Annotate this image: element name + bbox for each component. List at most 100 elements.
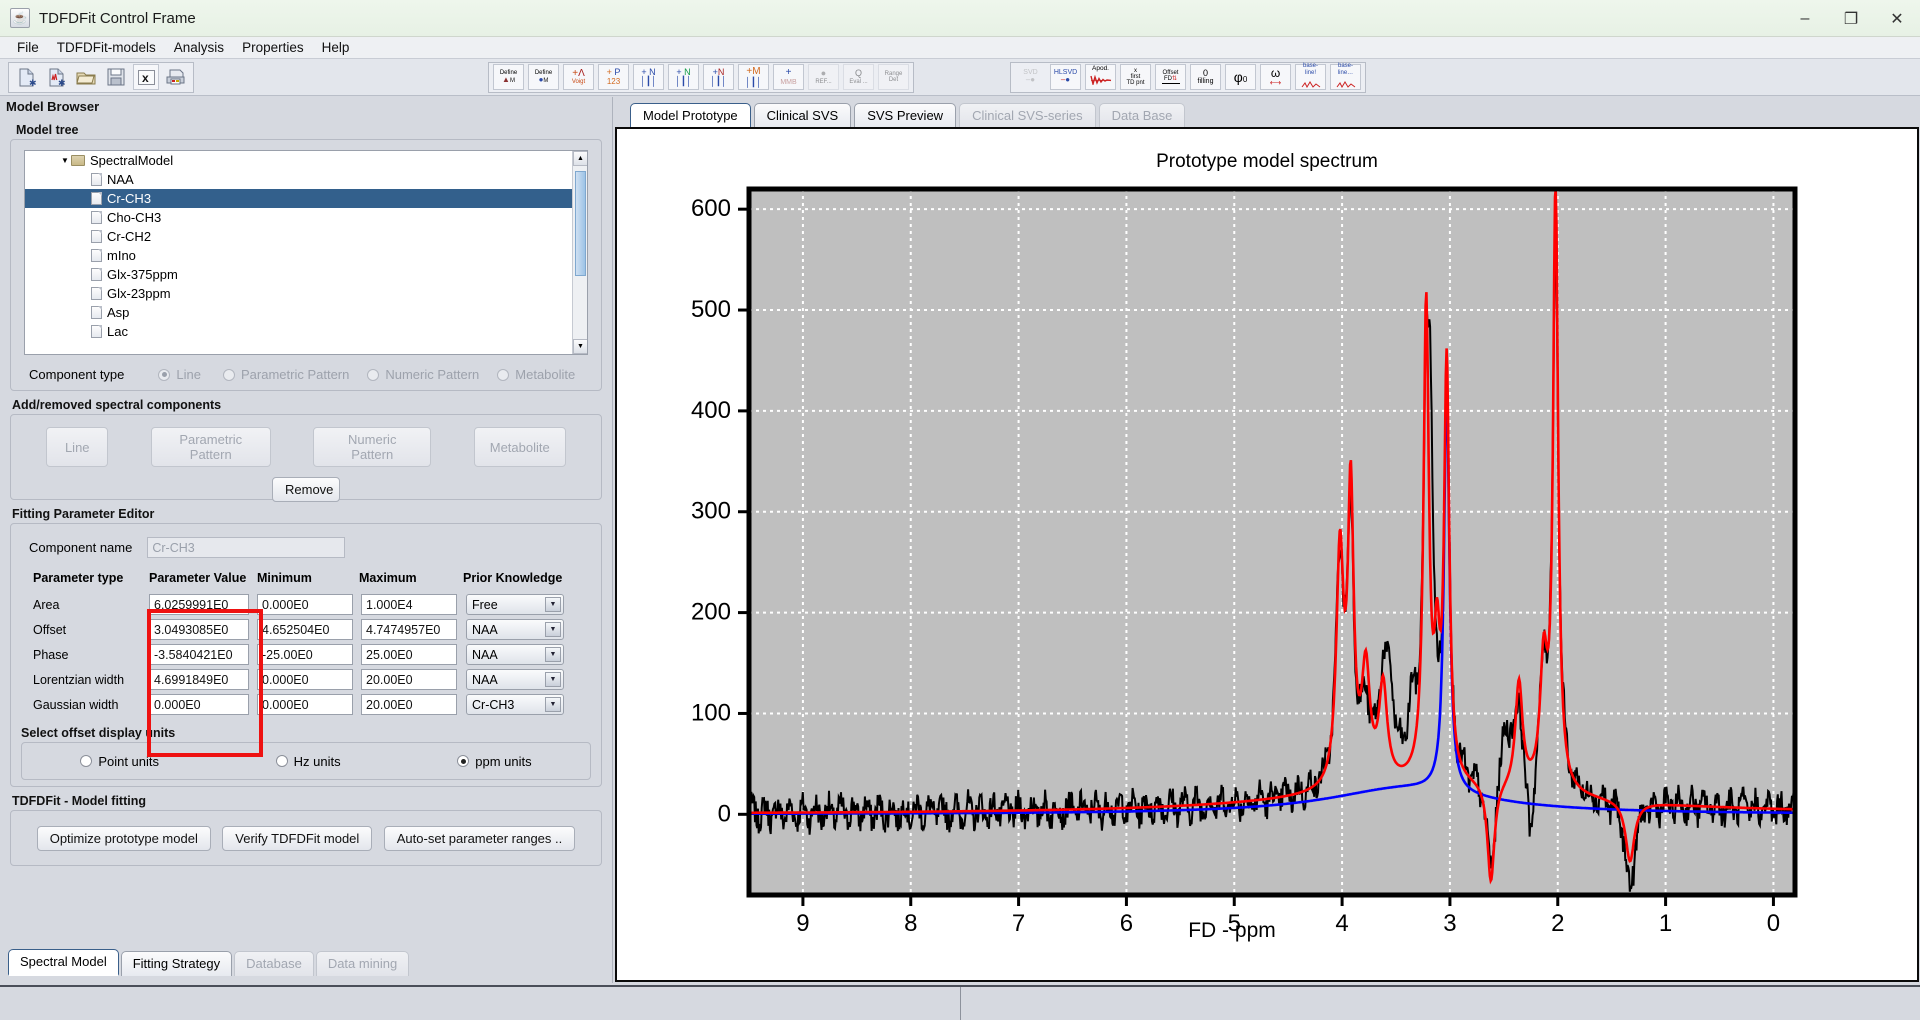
add-voigt-line-icon[interactable]: +Λ Voigt <box>563 64 594 90</box>
param-min-input[interactable] <box>257 594 353 615</box>
tab-spectral-model[interactable]: Spectral Model <box>8 949 119 976</box>
add-line-button[interactable]: Line <box>46 427 109 467</box>
tab-fitting-strategy[interactable]: Fitting Strategy <box>120 951 233 976</box>
chevron-down-icon[interactable]: ▼ <box>545 622 561 637</box>
define-metabolite-icon[interactable]: Define ▲M <box>493 64 524 90</box>
tree-expand-arrow-icon[interactable]: ▼ <box>59 156 71 165</box>
frequency-shift-icon[interactable]: ω ⟷ <box>1260 64 1291 90</box>
radio-numeric-pattern[interactable] <box>367 368 380 381</box>
add-metabolite-icon[interactable]: +M │┃│ <box>738 64 769 90</box>
param-prior-select[interactable]: NAA ▼ <box>466 644 564 665</box>
plot-pane[interactable]: Prototype model spectrum 0 100 200 300 400 50… <box>615 127 1919 982</box>
tree-item-mino[interactable]: mIno <box>25 246 587 265</box>
add-mmb-icon[interactable]: + MMB <box>773 64 804 90</box>
param-prior-select[interactable]: Cr-CH3 ▼ <box>466 694 564 715</box>
radio-hz-units[interactable] <box>275 755 288 767</box>
param-min-input[interactable] <box>257 669 353 690</box>
radio-hz-units-wrap[interactable]: Hz units <box>275 754 341 769</box>
close-button[interactable]: ✕ <box>1874 0 1920 37</box>
menu-analysis[interactable]: Analysis <box>165 38 233 57</box>
menu-file[interactable]: File <box>8 38 48 57</box>
radio-parametric-pattern[interactable] <box>222 368 235 381</box>
radio-metabolite[interactable] <box>497 368 510 381</box>
add-numeric-pattern-button[interactable]: Numeric Pattern <box>313 427 432 467</box>
tree-item-lac[interactable]: Lac <box>25 322 587 341</box>
radio-line[interactable] <box>158 368 171 381</box>
minimize-button[interactable]: – <box>1782 0 1828 37</box>
chevron-down-icon[interactable]: ▼ <box>545 597 561 612</box>
tab-data-mining[interactable]: Data mining <box>315 951 410 976</box>
new-document-icon[interactable]: ✱ <box>13 64 39 90</box>
param-min-input[interactable] <box>257 619 353 640</box>
tree-item-asp[interactable]: Asp <box>25 303 587 322</box>
param-max-input[interactable] <box>361 594 457 615</box>
evaluate-icon[interactable]: Q Eval ... <box>843 64 874 90</box>
tab-data-base[interactable]: Data Base <box>1098 103 1186 128</box>
add-parametric-pattern-button[interactable]: Parametric Pattern <box>150 427 271 467</box>
close-x-icon[interactable]: x <box>133 64 159 90</box>
add-numeric-pattern-red-icon[interactable]: +N │┃│ <box>703 64 734 90</box>
param-max-input[interactable] <box>361 694 457 715</box>
auto-set-parameter-ranges-button[interactable]: Auto-set parameter ranges .. <box>383 825 576 851</box>
param-value-input[interactable] <box>149 619 249 640</box>
svd-icon[interactable]: SVD –● <box>1015 64 1046 90</box>
tree-item-cho-ch3[interactable]: Cho-CH3 <box>25 208 587 227</box>
menu-properties[interactable]: Properties <box>233 38 313 57</box>
range-detection-icon[interactable]: Range Det <box>878 64 909 90</box>
tree-item-glx-375ppm[interactable]: Glx-375ppm <box>25 265 587 284</box>
param-prior-select[interactable]: NAA ▼ <box>466 669 564 690</box>
model-tree[interactable]: ▼ SpectralModel NAA Cr-CH3 Cho-CH3 Cr-CH… <box>24 150 588 355</box>
add-parametric-pattern-icon[interactable]: + P 123 <box>598 64 629 90</box>
reference-icon[interactable]: ● REF... <box>808 64 839 90</box>
param-max-input[interactable] <box>361 619 457 640</box>
add-numeric-pattern-green-icon[interactable]: + N │┃│ <box>668 64 699 90</box>
param-value-input[interactable] <box>149 644 249 665</box>
add-metabolite-button[interactable]: Metabolite <box>473 427 566 467</box>
radio-ppm-units-wrap[interactable]: ppm units <box>457 754 532 769</box>
scrollbar-thumb[interactable] <box>575 171 586 276</box>
radio-ppm-units[interactable] <box>457 755 470 767</box>
hlsvd-icon[interactable]: HLSVD –● <box>1050 64 1081 90</box>
phase-zero-icon[interactable]: φ0 <box>1225 64 1256 90</box>
param-prior-select[interactable]: NAA ▼ <box>466 619 564 640</box>
verify-tdfdfit-model-button[interactable]: Verify TDFDFit model <box>222 825 373 851</box>
zero-filling-icon[interactable]: 0 filling <box>1190 64 1221 90</box>
param-min-input[interactable] <box>257 644 353 665</box>
param-value-input[interactable] <box>149 594 249 615</box>
param-min-input[interactable] <box>257 694 353 715</box>
apodization-icon[interactable]: Apod. <box>1085 64 1116 90</box>
tab-svs-preview[interactable]: SVS Preview <box>854 103 957 128</box>
maximize-button[interactable]: ❐ <box>1828 0 1874 37</box>
radio-point-units-wrap[interactable]: Point units <box>80 754 159 769</box>
chevron-down-icon[interactable]: ▼ <box>545 647 561 662</box>
tree-item-glx-23ppm[interactable]: Glx-23ppm <box>25 284 587 303</box>
param-value-input[interactable] <box>149 694 249 715</box>
tree-scrollbar[interactable]: ▲ ▼ <box>572 151 587 354</box>
new-spectrum-icon[interactable]: ✱ <box>43 64 69 90</box>
chevron-down-icon[interactable]: ▼ <box>545 672 561 687</box>
first-td-point-icon[interactable]: x first TD pnt <box>1120 64 1151 90</box>
component-name-input[interactable] <box>147 537 346 558</box>
save-floppy-icon[interactable] <box>103 64 129 90</box>
tree-root-row[interactable]: ▼ SpectralModel <box>25 151 587 170</box>
scroll-up-arrow-icon[interactable]: ▲ <box>573 151 587 166</box>
optimize-prototype-model-button[interactable]: Optimize prototype model <box>36 825 211 851</box>
baseline-1-icon[interactable]: base-line! <box>1295 63 1326 90</box>
tree-item-cr-ch3[interactable]: Cr-CH3 <box>25 189 587 208</box>
tree-item-naa[interactable]: NAA <box>25 170 587 189</box>
scroll-down-arrow-icon[interactable]: ▼ <box>573 339 587 354</box>
spectrum-chart[interactable]: 01002003004005006009 8 7 6 5 4 3 2 1 0FD - ppm <box>617 173 1917 963</box>
tree-item-cr-ch2[interactable]: Cr-CH2 <box>25 227 587 246</box>
tab-model-prototype[interactable]: Model Prototype <box>630 103 751 128</box>
offset-fd-icon[interactable]: Offset FD⇅ <box>1155 64 1186 90</box>
tab-database[interactable]: Database <box>234 951 314 976</box>
chevron-down-icon[interactable]: ▼ <box>545 697 561 712</box>
print-icon[interactable] <box>163 64 189 90</box>
radio-point-units[interactable] <box>80 755 93 767</box>
param-value-input[interactable] <box>149 669 249 690</box>
remove-button[interactable]: Remove <box>272 477 340 502</box>
open-folder-icon[interactable] <box>73 64 99 90</box>
param-max-input[interactable] <box>361 669 457 690</box>
add-numeric-pattern-icon[interactable]: + N │┃│ <box>633 64 664 90</box>
tab-clinical-svs[interactable]: Clinical SVS <box>753 103 852 128</box>
